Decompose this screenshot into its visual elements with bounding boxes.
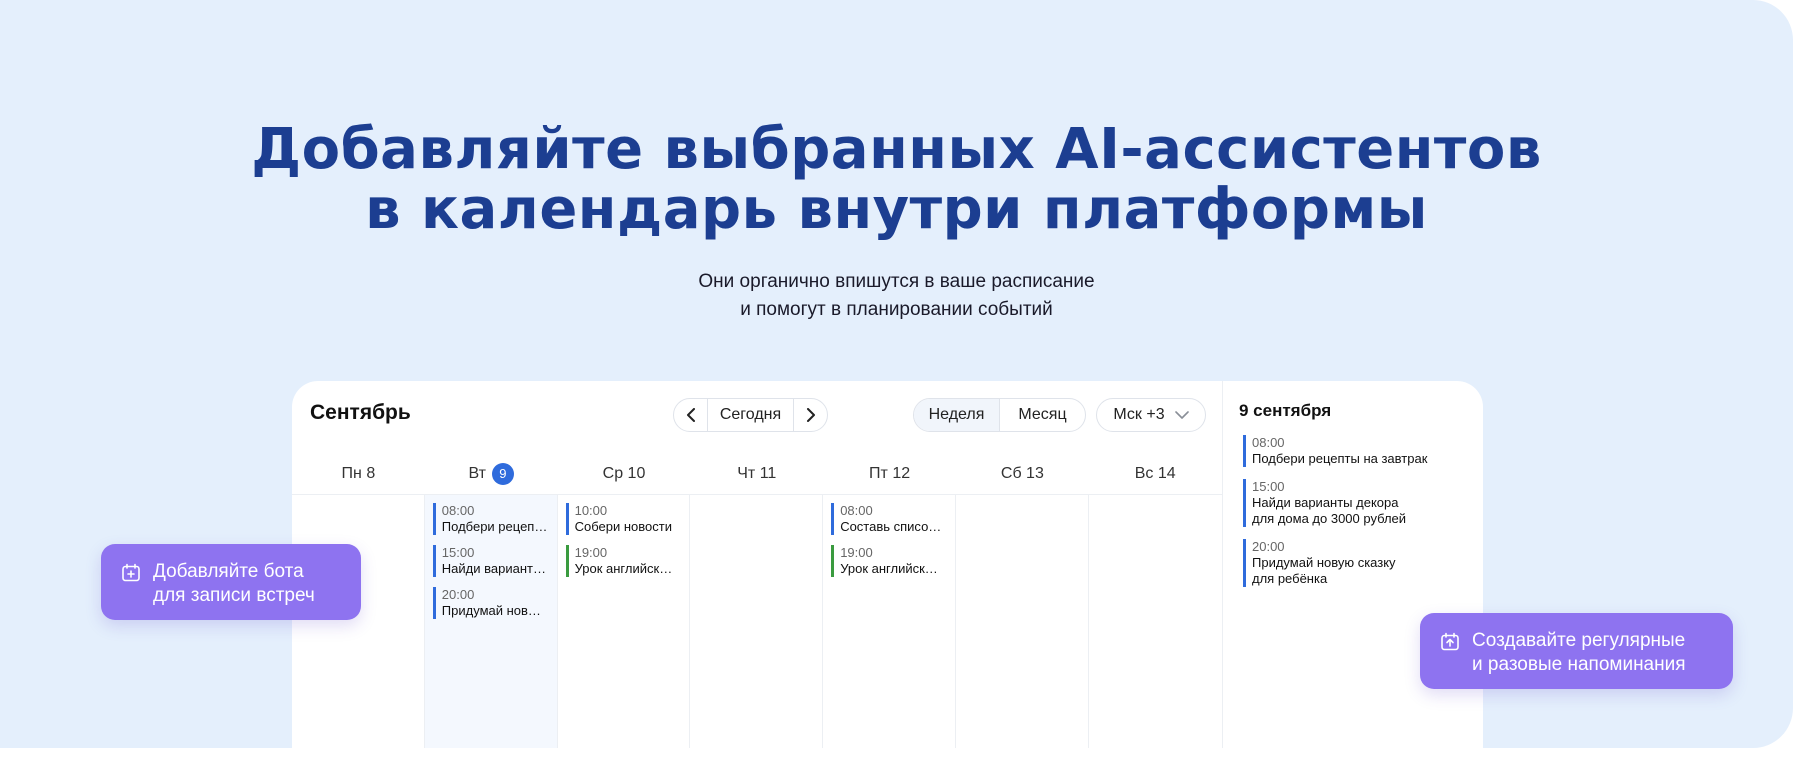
day-header-thu[interactable]: Чт 11 bbox=[690, 453, 823, 494]
side-event-item[interactable]: 08:00 Подбери рецепты на завтрак bbox=[1243, 435, 1467, 467]
event-item[interactable]: 15:00 Найди вариант… bbox=[432, 545, 549, 577]
subtitle-line-2: и помогут в планировании событий bbox=[740, 299, 1053, 320]
callout-right-line-1: Создавайте регулярные bbox=[1472, 630, 1686, 651]
day-detail-panel: 9 сентября 08:00 Подбери рецепты на завт… bbox=[1222, 381, 1483, 748]
month-title: Сентябрь bbox=[310, 401, 411, 424]
chevron-down-icon bbox=[1174, 411, 1189, 419]
day-column-sat[interactable] bbox=[956, 495, 1089, 748]
date-navigation: Сегодня bbox=[673, 398, 828, 432]
calendar-upload-icon bbox=[1441, 632, 1459, 651]
today-button[interactable]: Сегодня bbox=[707, 399, 794, 431]
day-column-wed[interactable]: 10:00 Собери новости 19:00 Урок английск… bbox=[558, 495, 691, 748]
today-badge: 9 bbox=[491, 462, 514, 485]
day-column-mon[interactable] bbox=[292, 495, 425, 748]
day-column-sun[interactable] bbox=[1089, 495, 1222, 748]
view-switcher: Неделя Месяц bbox=[913, 398, 1086, 432]
chevron-right-icon bbox=[806, 408, 815, 422]
day-detail-title: 9 сентября bbox=[1239, 401, 1332, 420]
day-column-tue[interactable]: 08:00 Подбери рецеп… 15:00 Найди вариант… bbox=[424, 495, 558, 748]
headline-line-1: Добавляйте выбранных AI-ассистентов bbox=[251, 117, 1542, 182]
event-item[interactable]: 08:00 Составь списо… bbox=[831, 503, 947, 535]
subtitle-line-1: Они органично впишутся в ваше расписание bbox=[698, 271, 1095, 292]
day-header-sat[interactable]: Сб 13 bbox=[956, 453, 1089, 494]
chevron-left-icon bbox=[686, 408, 695, 422]
day-header-fri[interactable]: Пт 12 bbox=[823, 453, 956, 494]
side-event-item[interactable]: 20:00 Придумай новую сказку для ребёнка bbox=[1243, 539, 1467, 587]
next-week-button[interactable] bbox=[794, 399, 827, 431]
prev-week-button[interactable] bbox=[674, 399, 707, 431]
callout-left-line-1: Добавляйте бота bbox=[153, 561, 304, 582]
event-item[interactable]: 10:00 Собери новости bbox=[565, 503, 682, 535]
day-column-fri[interactable]: 08:00 Составь списо… 19:00 Урок английск… bbox=[823, 495, 956, 748]
day-header-wed[interactable]: Ср 10 bbox=[558, 453, 691, 494]
day-header-tue[interactable]: Вт 9 bbox=[425, 453, 558, 494]
event-item[interactable]: 20:00 Придумай нов… bbox=[432, 587, 549, 619]
day-header-mon[interactable]: Пн 8 bbox=[292, 453, 425, 494]
event-item[interactable]: 19:00 Урок английск… bbox=[831, 545, 947, 577]
timezone-value: Мск +3 bbox=[1113, 406, 1165, 423]
side-event-item[interactable]: 15:00 Найди варианты декора для дома до … bbox=[1243, 479, 1467, 527]
days-header: Пн 8 Вт 9 Ср 10 Чт 11 Пт 12 Сб 13 Вс 14 bbox=[292, 453, 1222, 495]
view-month-tab[interactable]: Месяц bbox=[1000, 399, 1085, 431]
reminders-callout: Создавайте регулярные и разовые напомина… bbox=[1420, 613, 1733, 689]
calendar-plus-icon bbox=[122, 563, 140, 582]
event-item[interactable]: 08:00 Подбери рецеп… bbox=[432, 503, 549, 535]
timezone-select[interactable]: Мск +3 bbox=[1096, 398, 1206, 432]
event-item[interactable]: 19:00 Урок английск… bbox=[565, 545, 682, 577]
page-title: Добавляйте выбранных AI-ассистентов в ка… bbox=[0, 120, 1793, 240]
headline-line-2: в календарь внутри платформы bbox=[365, 177, 1428, 242]
booking-bot-callout: Добавляйте бота для записи встреч bbox=[101, 544, 361, 620]
callout-right-line-2: и разовые напоминания bbox=[1472, 654, 1686, 675]
day-column-thu[interactable] bbox=[690, 495, 824, 748]
week-grid: 08:00 Подбери рецеп… 15:00 Найди вариант… bbox=[292, 495, 1222, 748]
callout-left-line-2: для записи встреч bbox=[153, 585, 315, 606]
view-week-tab[interactable]: Неделя bbox=[914, 399, 1000, 431]
calendar-main: Сентябрь Сегодня Неделя Месяц Мск +3 Пн bbox=[292, 381, 1222, 748]
calendar-widget: Сентябрь Сегодня Неделя Месяц Мск +3 Пн bbox=[292, 381, 1483, 748]
day-header-sun[interactable]: Вс 14 bbox=[1089, 453, 1222, 494]
subtitle: Они органично впишутся в ваше расписание… bbox=[0, 268, 1793, 324]
